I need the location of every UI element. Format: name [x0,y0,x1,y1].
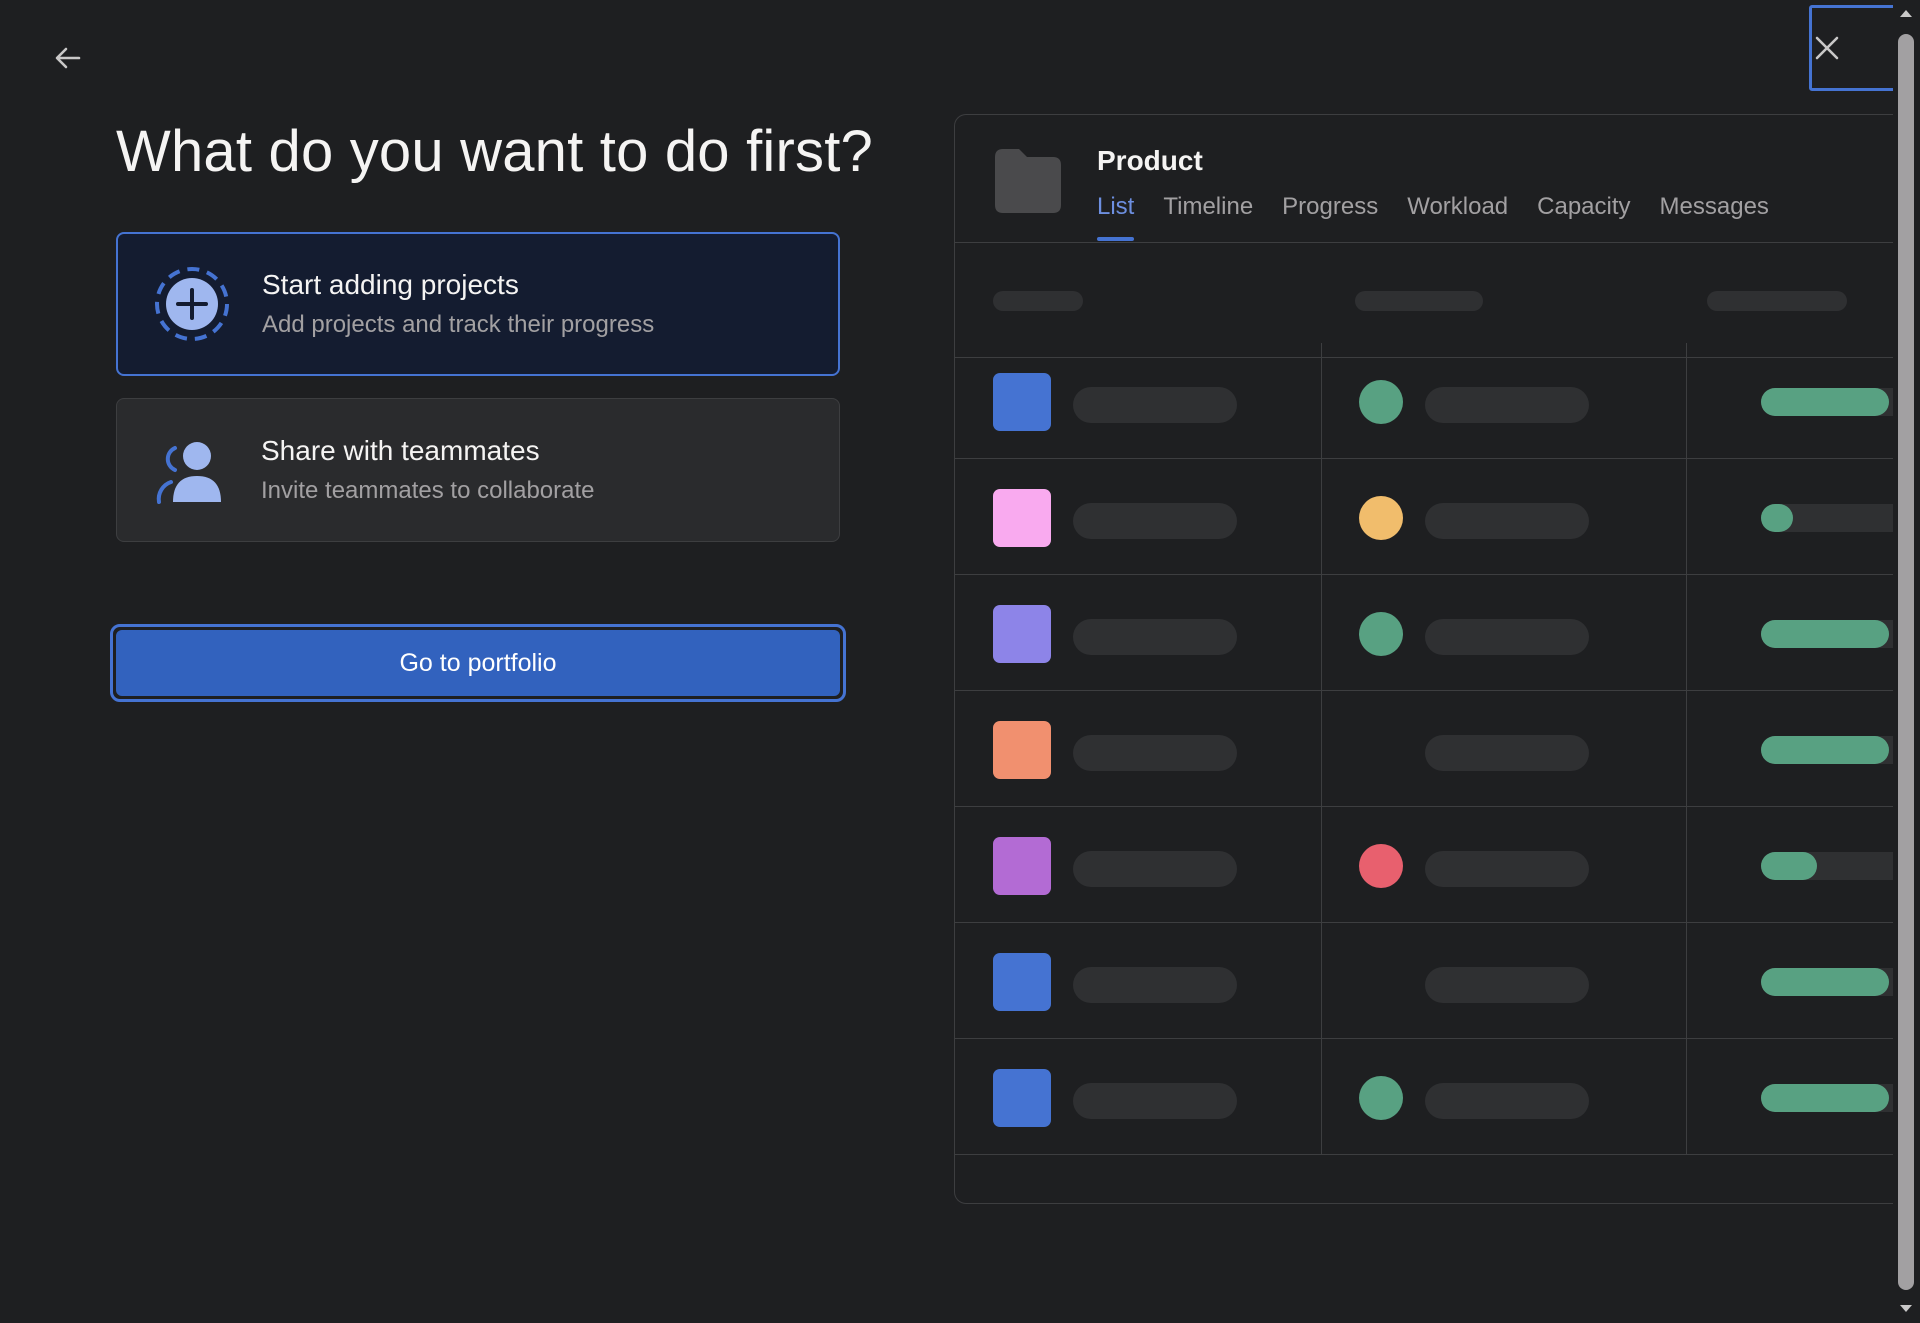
status-dot [1359,612,1403,656]
close-icon [1815,36,1839,60]
project-name: Product [1097,145,1203,176]
progress-bar-fill [1761,968,1889,996]
go-to-portfolio-label: Go to portfolio [116,630,840,696]
option-title: Share with teammates [261,435,540,466]
project-name-placeholder [1073,967,1237,1003]
status-placeholder [1425,851,1589,887]
option-subtitle: Invite teammates to collaborate [261,477,595,504]
project-row [955,691,1894,807]
column-header-placeholder [993,291,1083,311]
scroll-down-icon[interactable] [1895,1300,1917,1318]
project-name-placeholder [1073,387,1237,423]
column-header-placeholder [1355,291,1483,311]
project-row [955,459,1894,575]
progress-bar-fill [1761,852,1817,880]
progress-bar [1761,620,1894,648]
project-row [955,923,1894,1039]
project-tabs: List Timeline Progress Workload Capacity… [1097,193,1769,241]
progress-bar-fill [1761,1084,1889,1112]
tab-messages[interactable]: Messages [1660,193,1769,241]
add-circle-icon [155,267,229,341]
progress-bar-fill [1761,504,1793,532]
progress-bar [1761,504,1894,532]
tab-list[interactable]: List [1097,193,1135,241]
project-name-placeholder [1073,1083,1237,1119]
project-color-swatch [993,1069,1051,1127]
project-name-placeholder [1073,851,1237,887]
tab-workload[interactable]: Workload [1407,193,1508,241]
option-share-with-teammates[interactable]: Share with teammates Invite teammates to… [116,398,840,542]
column-header-placeholder [1707,291,1847,311]
progress-bar [1761,968,1894,996]
project-name-placeholder [1073,735,1237,771]
project-color-swatch [993,837,1051,895]
status-placeholder [1425,967,1589,1003]
tab-timeline[interactable]: Timeline [1163,193,1253,241]
option-subtitle: Add projects and track their progress [262,311,655,338]
back-button[interactable] [50,40,86,76]
project-row [955,343,1894,459]
status-dot [1359,1076,1403,1120]
status-placeholder [1425,1083,1589,1119]
status-dot [1359,380,1403,424]
project-color-swatch [993,721,1051,779]
progress-bar [1761,388,1894,416]
project-color-swatch [993,489,1051,547]
scrollbar-thumb[interactable] [1898,34,1914,1290]
column-divider [1321,343,1322,1155]
progress-bar [1761,736,1894,764]
column-header-row [955,243,1894,358]
project-color-swatch [993,373,1051,431]
project-color-swatch [993,953,1051,1011]
teammates-icon [156,442,221,504]
progress-bar [1761,1084,1894,1112]
onboarding-page: What do you want to do first? Start addi… [0,0,1920,1323]
progress-bar [1761,852,1894,880]
option-text: Start adding projects Add projects and t… [262,269,654,339]
tab-progress[interactable]: Progress [1282,193,1378,241]
option-text: Share with teammates Invite teammates to… [261,435,595,505]
go-to-portfolio-button[interactable]: Go to portfolio [110,624,846,702]
progress-bar-fill [1761,620,1889,648]
tab-capacity[interactable]: Capacity [1537,193,1630,241]
status-dot [1359,496,1403,540]
option-start-adding-projects[interactable]: Start adding projects Add projects and t… [116,232,840,376]
project-row [955,1039,1894,1155]
project-name-placeholder [1073,619,1237,655]
preview-header: Product List Timeline Progress Workload … [955,115,1894,243]
status-placeholder [1425,735,1589,771]
project-row [955,807,1894,923]
status-placeholder [1425,619,1589,655]
folder-icon [995,149,1061,213]
arrow-left-icon [55,47,81,69]
project-color-swatch [993,605,1051,663]
progress-bar-fill [1761,388,1889,416]
progress-bar-fill [1761,736,1889,764]
portfolio-preview: Product List Timeline Progress Workload … [954,114,1894,1204]
column-divider [1686,343,1687,1155]
option-title: Start adding projects [262,269,519,300]
status-placeholder [1425,503,1589,539]
project-row [955,575,1894,691]
status-dot [1359,844,1403,888]
scroll-up-icon[interactable] [1895,4,1917,22]
project-name-placeholder [1073,503,1237,539]
page-title: What do you want to do first? [116,119,873,184]
status-placeholder [1425,387,1589,423]
